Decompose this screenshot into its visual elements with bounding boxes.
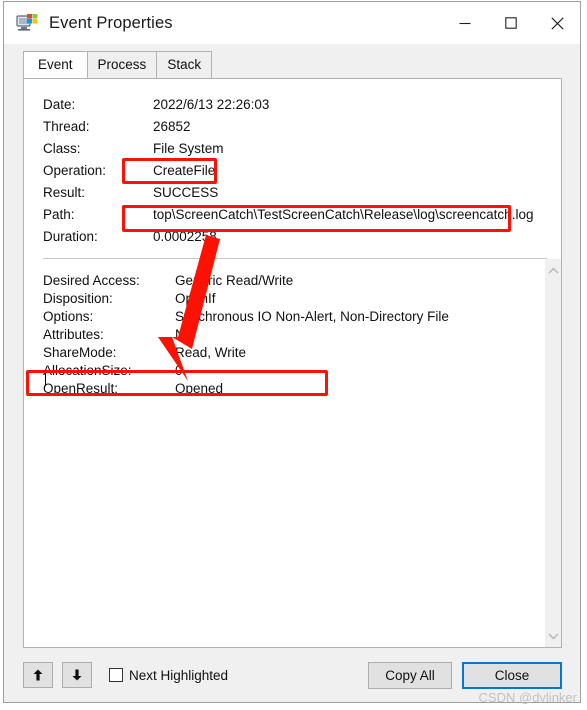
tab-stack-label: Stack bbox=[167, 57, 202, 72]
date-value: 2022/6/13 22:26:03 bbox=[153, 96, 270, 112]
next-highlighted-checkbox[interactable]: Next Highlighted bbox=[109, 668, 228, 683]
title-bar: Event Properties bbox=[4, 2, 580, 44]
desired-access-label: Desired Access: bbox=[43, 272, 140, 288]
close-icon[interactable] bbox=[534, 2, 580, 44]
result-label: Result: bbox=[43, 184, 86, 200]
tab-event-label: Event bbox=[38, 57, 73, 72]
text-caret bbox=[45, 371, 46, 386]
detail-row-allocationsize: AllocationSize: 0 bbox=[43, 361, 544, 379]
details-scrollbar[interactable] bbox=[544, 259, 561, 647]
operation-value: CreateFile bbox=[153, 162, 216, 178]
event-details-text[interactable]: Desired Access: Generic Read/Write Dispo… bbox=[24, 259, 544, 647]
tab-event[interactable]: Event bbox=[23, 51, 88, 78]
copy-all-label: Copy All bbox=[385, 667, 435, 683]
attributes-label: Attributes: bbox=[43, 326, 104, 342]
previous-button[interactable] bbox=[23, 662, 53, 688]
duration-value: 0.0002258 bbox=[153, 228, 217, 244]
event-summary: Date: 2022/6/13 22:26:03 Thread: 26852 C… bbox=[24, 79, 561, 253]
tab-strip: Event Process Stack bbox=[4, 51, 580, 78]
event-details-pane: Desired Access: Generic Read/Write Dispo… bbox=[24, 259, 561, 647]
event-properties-window: Event Properties Event Process Stack Date:… bbox=[3, 1, 581, 705]
copy-all-button[interactable]: Copy All bbox=[368, 661, 452, 689]
thread-value: 26852 bbox=[153, 118, 191, 134]
sharemode-value: Read, Write bbox=[175, 344, 247, 360]
options-value: Synchronous IO Non-Alert, Non-Directory … bbox=[175, 308, 449, 324]
desired-access-value: Generic Read/Write bbox=[175, 272, 294, 288]
summary-row-thread: Thread: 26852 bbox=[43, 115, 561, 137]
path-label: Path: bbox=[43, 206, 75, 222]
attributes-value: N bbox=[175, 326, 185, 342]
arrow-down-icon bbox=[72, 669, 82, 681]
allocationsize-label: AllocationSize: bbox=[43, 362, 132, 378]
path-value: top\ScreenCatch\TestScreenCatch\Release\… bbox=[153, 206, 534, 222]
openresult-label: OpenResult: bbox=[43, 380, 119, 396]
chevron-up-icon[interactable] bbox=[545, 262, 562, 279]
window-title: Event Properties bbox=[49, 13, 173, 32]
detail-row-attributes: Attributes: N bbox=[43, 325, 544, 343]
summary-row-class: Class: File System bbox=[43, 137, 561, 159]
detail-row-openresult: OpenResult: Opened bbox=[43, 379, 544, 397]
class-value: File System bbox=[153, 140, 224, 156]
disposition-value: OpenIf bbox=[175, 290, 216, 306]
arrow-up-icon bbox=[33, 669, 43, 681]
minimize-icon[interactable] bbox=[442, 2, 488, 44]
checkbox-box[interactable] bbox=[109, 668, 123, 682]
options-label: Options: bbox=[43, 308, 94, 324]
sharemode-label: ShareMode: bbox=[43, 344, 117, 360]
date-label: Date: bbox=[43, 96, 76, 112]
chevron-down-icon[interactable] bbox=[545, 627, 562, 644]
close-label: Close bbox=[494, 667, 530, 683]
allocationsize-value: 0 bbox=[175, 362, 183, 378]
result-value: SUCCESS bbox=[153, 184, 219, 200]
operation-label: Operation: bbox=[43, 162, 107, 178]
class-label: Class: bbox=[43, 140, 81, 156]
disposition-label: Disposition: bbox=[43, 290, 113, 306]
event-tab-page: Date: 2022/6/13 22:26:03 Thread: 26852 C… bbox=[23, 78, 562, 648]
summary-row-date: Date: 2022/6/13 22:26:03 bbox=[43, 93, 561, 115]
procmon-icon bbox=[16, 12, 38, 34]
duration-label: Duration: bbox=[43, 228, 98, 244]
detail-row-desired-access: Desired Access: Generic Read/Write bbox=[43, 271, 544, 289]
summary-row-duration: Duration: 0.0002258 bbox=[43, 225, 561, 247]
summary-row-result: Result: SUCCESS bbox=[43, 181, 561, 203]
detail-row-sharemode: ShareMode: Read, Write bbox=[43, 343, 544, 361]
summary-row-operation: Operation: CreateFile bbox=[43, 159, 561, 181]
dialog-button-bar: Next Highlighted Copy All Close CSDN @dv… bbox=[4, 648, 580, 705]
window-controls bbox=[442, 2, 580, 44]
thread-label: Thread: bbox=[43, 118, 90, 134]
tab-process[interactable]: Process bbox=[86, 51, 158, 78]
next-button[interactable] bbox=[62, 662, 92, 688]
openresult-value: Opened bbox=[175, 380, 224, 396]
summary-row-path: Path: top\ScreenCatch\TestScreenCatch\Re… bbox=[43, 203, 561, 225]
detail-row-options: Options: Synchronous IO Non-Alert, Non-D… bbox=[43, 307, 544, 325]
next-highlighted-label: Next Highlighted bbox=[129, 667, 229, 683]
close-button[interactable]: Close bbox=[462, 661, 562, 689]
maximize-icon[interactable] bbox=[488, 2, 534, 44]
detail-row-disposition: Disposition: OpenIf bbox=[43, 289, 544, 307]
watermark: CSDN @dvlinker bbox=[478, 690, 577, 705]
tab-process-label: Process bbox=[97, 57, 147, 72]
tab-stack[interactable]: Stack bbox=[156, 51, 213, 78]
